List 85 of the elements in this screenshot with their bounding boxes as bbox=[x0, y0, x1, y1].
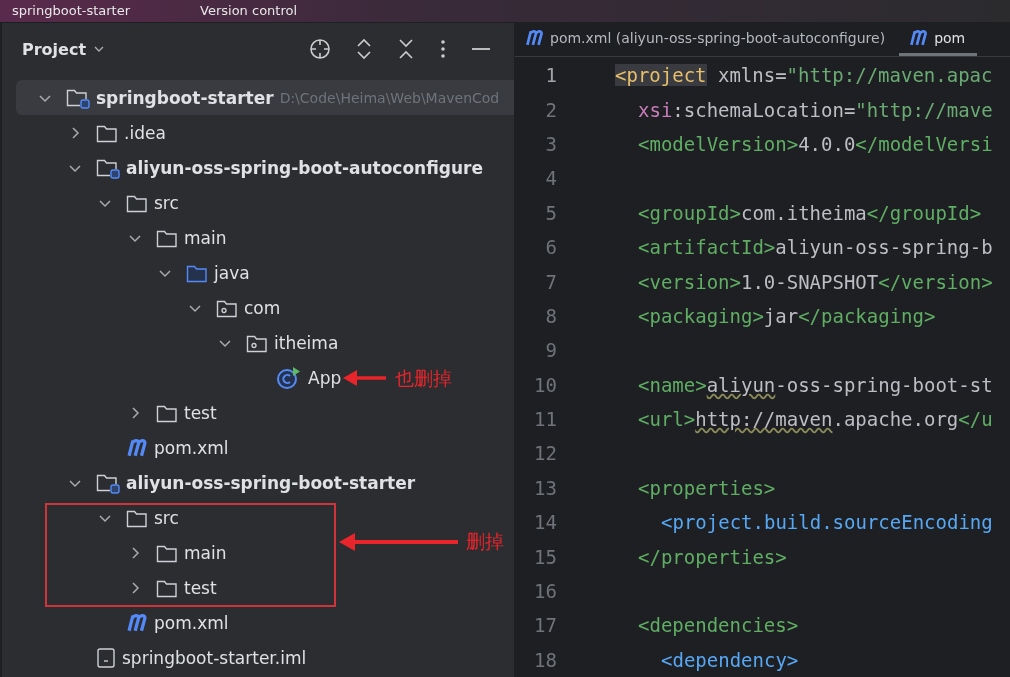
maven-icon bbox=[126, 438, 148, 457]
item-label: main bbox=[184, 227, 227, 248]
expand-all-icon[interactable] bbox=[354, 37, 374, 61]
class-run-icon bbox=[276, 365, 302, 390]
item-label: springboot-starter.iml bbox=[122, 647, 307, 668]
line-number: 14 bbox=[533, 511, 557, 534]
item-label: java bbox=[214, 262, 250, 283]
tree-item[interactable]: springboot-starter.iml bbox=[16, 640, 311, 675]
item-label: pom.xml bbox=[154, 437, 229, 458]
item-label: aliyun-oss-spring-boot-autoconfigure bbox=[126, 157, 483, 178]
line-number: 6 bbox=[544, 236, 557, 259]
line-number: 8 bbox=[544, 304, 557, 327]
tree-item[interactable]: test bbox=[16, 570, 221, 605]
line-number: 4 bbox=[544, 167, 557, 190]
item-label: test bbox=[184, 577, 217, 598]
editor-tab[interactable]: pom.xml (aliyun-oss-spring-boot-autoconfigure) bbox=[515, 23, 898, 56]
maven-icon bbox=[909, 29, 929, 47]
crosshair-icon[interactable] bbox=[308, 37, 332, 61]
code-line: <project.build.sourceEncoding bbox=[660, 511, 993, 534]
annotation-text: 删掉 bbox=[466, 529, 504, 554]
item-label: src bbox=[154, 507, 179, 528]
annotation-arrow bbox=[342, 368, 388, 388]
line-number: 17 bbox=[533, 614, 557, 637]
tree-item[interactable]: pom.xml bbox=[16, 605, 233, 640]
tree-item[interactable]: .idea bbox=[16, 115, 170, 150]
line-number: 2 bbox=[544, 98, 557, 121]
project-path: D:\Code\Heima\Web\MavenCod bbox=[279, 89, 500, 106]
more-icon[interactable] bbox=[438, 37, 448, 61]
tree-item[interactable]: aliyun-oss-spring-boot-autoconfigure bbox=[16, 150, 487, 185]
code-line: <artifactId>aliyun-oss-spring-b bbox=[637, 236, 993, 259]
maven-icon bbox=[525, 29, 544, 47]
tree-item[interactable]: App bbox=[16, 360, 346, 395]
code-line: <project xmlns="http://maven.apac bbox=[615, 64, 993, 87]
item-label: main bbox=[184, 542, 227, 563]
collapse-all-icon[interactable] bbox=[396, 37, 416, 61]
line-number: 7 bbox=[544, 270, 557, 293]
tree-item[interactable]: src bbox=[16, 500, 183, 535]
tree-item[interactable]: aliyun-oss-spring-boot-starter bbox=[16, 465, 420, 500]
file-icon bbox=[96, 646, 116, 669]
maven-icon bbox=[126, 613, 148, 632]
item-label: .idea bbox=[124, 122, 166, 143]
annotation-text: 也删掉 bbox=[395, 366, 452, 391]
version-control-menu[interactable]: Version control bbox=[200, 3, 298, 19]
tree-item[interactable]: main bbox=[16, 535, 231, 570]
tree-item[interactable]: com bbox=[16, 290, 285, 325]
line-number: 3 bbox=[544, 132, 557, 155]
item-label: App bbox=[308, 367, 342, 388]
code-line: <dependencies> bbox=[637, 614, 799, 637]
code-line: xsi:schemaLocation="http://mave bbox=[637, 98, 993, 121]
item-label: aliyun-oss-spring-boot-starter bbox=[126, 472, 416, 493]
line-number: 5 bbox=[544, 201, 557, 224]
line-number: 9 bbox=[544, 339, 557, 362]
editor-tab[interactable]: pom bbox=[899, 23, 978, 56]
tree-item[interactable]: itheima bbox=[16, 325, 343, 360]
code-line: <url>http://maven.apache.org</u bbox=[637, 408, 993, 431]
code-line: <dependency> bbox=[660, 648, 799, 671]
tree-item[interactable]: springboot-starter D:\Code\Heima\Web\MavenCod bbox=[16, 80, 514, 115]
item-label: itheima bbox=[274, 332, 339, 353]
code-line: </properties> bbox=[637, 545, 787, 568]
line-number: 16 bbox=[533, 580, 557, 602]
line-number: 13 bbox=[533, 476, 557, 499]
tree-item[interactable]: test bbox=[16, 395, 221, 430]
line-number: 1 bbox=[544, 64, 557, 87]
item-label: src bbox=[154, 192, 179, 213]
code-line: <packaging>jar</packaging> bbox=[637, 304, 936, 327]
line-number: 11 bbox=[533, 408, 557, 431]
line-number: 18 bbox=[533, 648, 557, 671]
code-line: <modelVersion>4.0.0</modelVersi bbox=[637, 132, 993, 155]
item-label: com bbox=[244, 297, 281, 318]
code-line: <name>aliyun-oss-spring-boot-st bbox=[637, 373, 993, 396]
panel-title[interactable]: Project bbox=[22, 39, 87, 59]
tree-item[interactable]: java bbox=[16, 255, 254, 290]
item-label: springboot-starter bbox=[96, 87, 274, 108]
code-line: <groupId>com.itheima</groupId> bbox=[637, 201, 982, 224]
line-number: 12 bbox=[533, 442, 557, 465]
tree-item[interactable]: main bbox=[16, 220, 231, 255]
tree-item[interactable]: pom.xml bbox=[16, 430, 233, 465]
item-label: test bbox=[184, 402, 217, 423]
line-number: 15 bbox=[533, 545, 557, 568]
code-line: <version>1.0-SNAPSHOT</version> bbox=[637, 270, 993, 293]
item-label: pom.xml bbox=[154, 612, 229, 633]
code-line: <properties> bbox=[637, 476, 776, 499]
line-number: 10 bbox=[533, 373, 557, 396]
project-name[interactable]: springboot-starter bbox=[12, 3, 131, 19]
tree-item[interactable]: src bbox=[16, 185, 183, 220]
